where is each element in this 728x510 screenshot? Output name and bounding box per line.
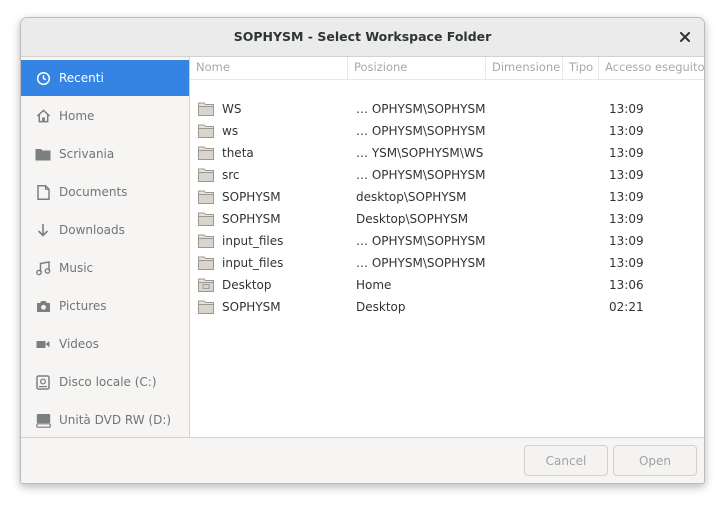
sidebar-item-label: Downloads [59,223,125,237]
folder-icon [198,256,214,270]
folder-icon [198,234,214,248]
file-location: … OPHYSM\SOPHYSM [356,234,486,248]
column-header-posizione[interactable]: Posizione [348,57,486,79]
file-row[interactable]: input_files … OPHYSM\SOPHYSM 13:09 [190,252,704,274]
music-icon [35,260,51,276]
file-row[interactable]: ws … OPHYSM\SOPHYSM 13:09 [190,120,704,142]
desktop-folder-icon [198,278,214,292]
file-access-time: 13:09 [609,168,644,182]
video-icon [35,336,51,352]
column-header-accesso[interactable]: Accesso eseguito [599,57,704,79]
file-location: Desktop [356,300,406,314]
file-location: … OPHYSM\SOPHYSM [356,102,486,116]
document-icon [35,184,51,200]
file-location: desktop\SOPHYSM [356,190,467,204]
sidebar-item-dvd-drive[interactable]: Unità DVD RW (D:) [21,402,189,438]
dialog-title: SOPHYSM - Select Workspace Folder [233,29,492,44]
file-location: … OPHYSM\SOPHYSM [356,124,486,138]
sidebar-item-label: Videos [59,337,99,351]
sidebar-item-home[interactable]: Home [21,98,189,134]
close-icon [680,32,690,42]
sidebar-item-label: Home [59,109,95,123]
file-row[interactable]: input_files … OPHYSM\SOPHYSM 13:09 [190,230,704,252]
file-name: SOPHYSM [222,190,281,204]
folder-icon [198,102,214,116]
sidebar-item-videos[interactable]: Videos [21,326,189,362]
file-row[interactable]: src … OPHYSM\SOPHYSM 13:09 [190,164,704,186]
sidebar-item-music[interactable]: Music [21,250,189,286]
file-row[interactable]: theta … YSM\SOPHYSM\WS 13:09 [190,142,704,164]
folder-icon [198,212,214,226]
sidebar-item-label: Scrivania [59,147,115,161]
file-list: Nome Posizione Dimensione Tipo Accesso e… [190,57,704,437]
file-access-time: 13:09 [609,146,644,160]
sidebar-item-pictures[interactable]: Pictures [21,288,189,324]
file-name: Desktop [222,278,272,292]
file-row[interactable]: Desktop Home 13:06 [190,274,704,296]
file-location: … OPHYSM\SOPHYSM [356,256,486,270]
dialog-footer: Cancel Open [21,437,704,483]
folder-icon [198,146,214,160]
file-access-time: 02:21 [609,300,644,314]
sidebar-item-scrivania[interactable]: Scrivania [21,136,189,172]
column-header-nome[interactable]: Nome [190,57,348,79]
sidebar-item-label: Pictures [59,299,107,313]
places-sidebar: Recenti Home Scrivania Documents Downloa… [21,57,190,437]
sidebar-item-label: Recenti [59,71,104,85]
titlebar: SOPHYSM - Select Workspace Folder [21,18,704,57]
sidebar-item-label: Disco locale (C:) [59,375,157,389]
open-button[interactable]: Open [613,445,697,476]
folder-icon [198,168,214,182]
file-name: WS [222,102,242,116]
sidebar-item-recenti[interactable]: Recenti [21,60,189,96]
folder-icon [198,124,214,138]
file-access-time: 13:09 [609,190,644,204]
column-header-tipo[interactable]: Tipo [563,57,599,79]
file-name: input_files [222,256,284,270]
sidebar-item-documents[interactable]: Documents [21,174,189,210]
sidebar-item-label: Documents [59,185,128,199]
file-location: … YSM\SOPHYSM\WS [356,146,484,160]
sidebar-item-label: Unità DVD RW (D:) [59,413,172,427]
drive-icon [35,374,51,390]
file-access-time: 13:06 [609,278,644,292]
file-access-time: 13:09 [609,212,644,226]
file-name: src [222,168,240,182]
file-access-time: 13:09 [609,234,644,248]
file-name: ws [222,124,239,138]
file-row[interactable]: SOPHYSM Desktop\SOPHYSM 13:09 [190,208,704,230]
file-location: Home [356,278,392,292]
file-name: SOPHYSM [222,212,281,226]
file-access-time: 13:09 [609,124,644,138]
file-location: … OPHYSM\SOPHYSM [356,168,486,182]
sidebar-item-downloads[interactable]: Downloads [21,212,189,248]
folder-icon [198,190,214,204]
file-access-time: 13:09 [609,102,644,116]
file-row[interactable]: WS … OPHYSM\SOPHYSM 13:09 [190,98,704,120]
column-header-row: Nome Posizione Dimensione Tipo Accesso e… [190,57,704,80]
file-access-time: 13:09 [609,256,644,270]
file-location: Desktop\SOPHYSM [356,212,469,226]
cancel-button[interactable]: Cancel [524,445,608,476]
camera-icon [35,298,51,314]
file-name: SOPHYSM [222,300,281,314]
clock-icon [35,70,51,86]
optical-drive-icon [35,412,51,428]
file-chooser-dialog: SOPHYSM - Select Workspace Folder Recent… [20,17,705,484]
sidebar-item-label: Music [59,261,94,275]
home-icon [35,108,51,124]
download-icon [35,222,51,238]
column-header-dimensione[interactable]: Dimensione [486,57,563,79]
file-name: theta [222,146,254,160]
file-row[interactable]: SOPHYSM Desktop 02:21 [190,296,704,318]
sidebar-item-disco-locale[interactable]: Disco locale (C:) [21,364,189,400]
folder-icon [35,146,51,162]
file-row[interactable]: SOPHYSM desktop\SOPHYSM 13:09 [190,186,704,208]
close-button[interactable] [674,26,696,48]
folder-icon [198,300,214,314]
file-name: input_files [222,234,284,248]
